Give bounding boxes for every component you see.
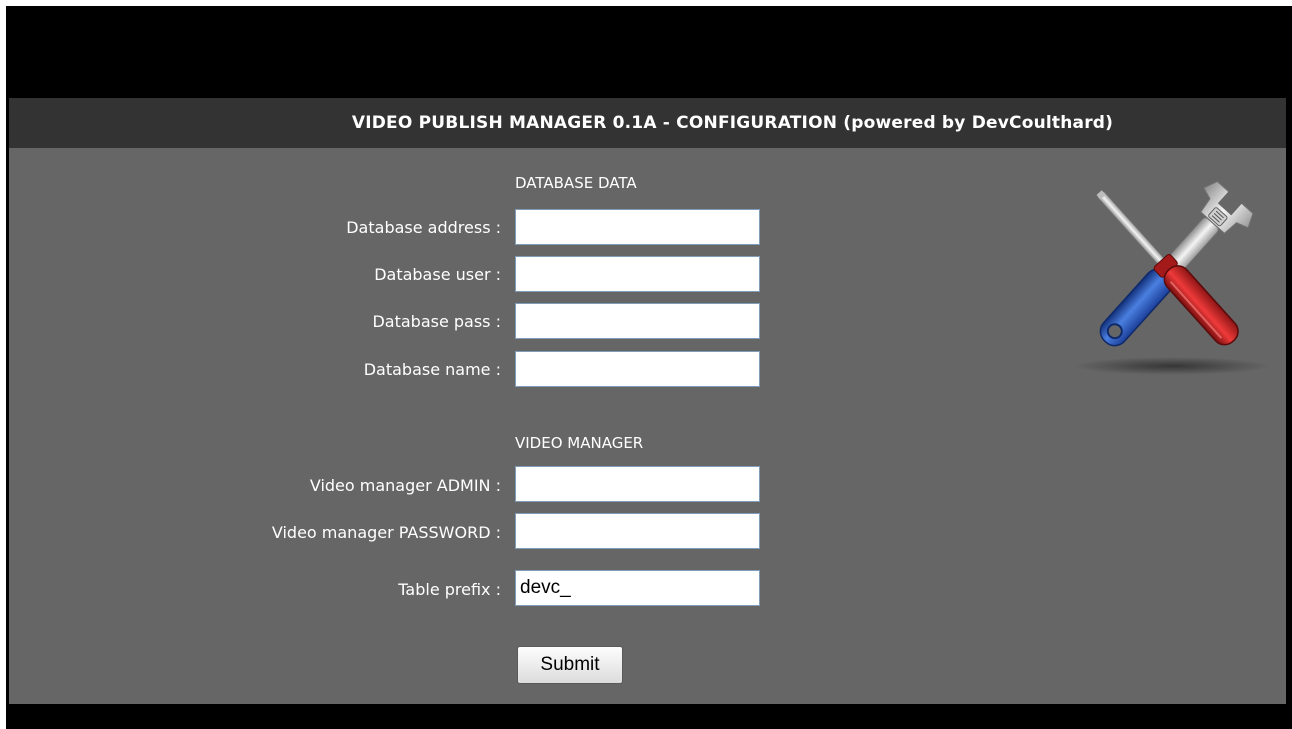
table-prefix-label: Table prefix : <box>398 580 501 599</box>
submit-button[interactable]: Submit <box>517 646 623 684</box>
configuration-form: DATABASE DATA Database address : Databas… <box>9 148 1286 704</box>
video-manager-admin-label: Video manager ADMIN : <box>309 476 501 495</box>
page-frame: VIDEO PUBLISH MANAGER 0.1A - CONFIGURATI… <box>6 6 1292 729</box>
database-pass-label: Database pass : <box>372 312 501 331</box>
video-manager-password-label: Video manager PASSWORD : <box>271 523 501 542</box>
screwdriver-and-wrench-icon <box>1074 180 1270 375</box>
database-name-input[interactable] <box>515 351 760 387</box>
video-manager-section-title: VIDEO MANAGER <box>515 434 644 452</box>
page-title: VIDEO PUBLISH MANAGER 0.1A - CONFIGURATI… <box>351 113 1114 133</box>
title-bar: VIDEO PUBLISH MANAGER 0.1A - CONFIGURATI… <box>9 98 1286 148</box>
database-user-input[interactable] <box>515 256 760 292</box>
database-section-title: DATABASE DATA <box>515 174 637 192</box>
database-address-label: Database address : <box>346 218 501 237</box>
database-user-label: Database user : <box>374 265 501 284</box>
video-manager-admin-input[interactable] <box>515 466 760 502</box>
database-pass-input[interactable] <box>515 303 760 339</box>
video-manager-password-input[interactable] <box>515 513 760 549</box>
database-name-label: Database name : <box>363 360 501 379</box>
database-address-input[interactable] <box>515 209 760 245</box>
table-prefix-input[interactable] <box>515 570 760 606</box>
